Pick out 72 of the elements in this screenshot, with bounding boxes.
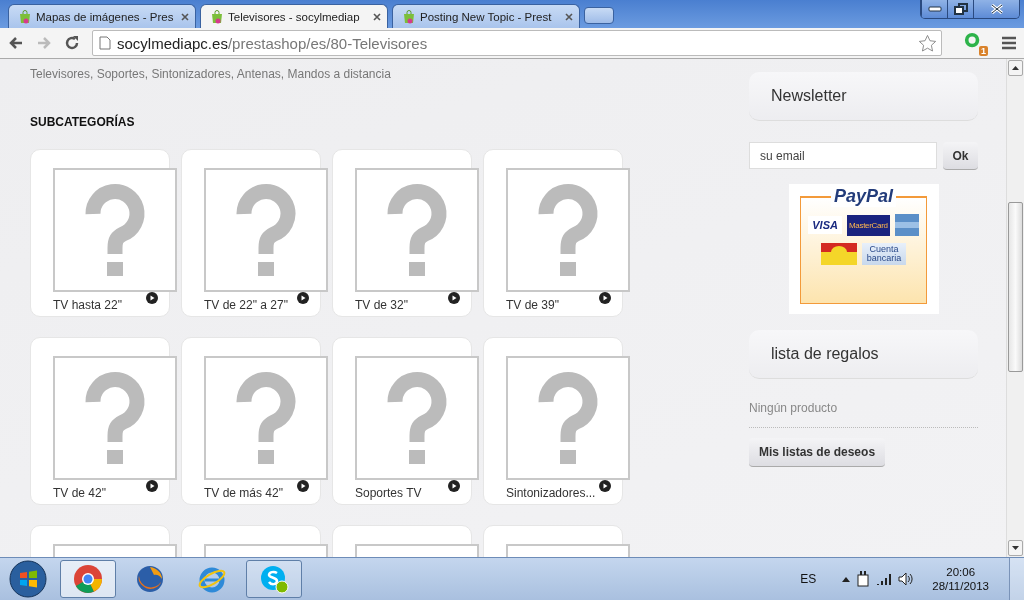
menu-icon[interactable] <box>1002 36 1016 50</box>
browser-tab[interactable]: Mapas de imágenes - Pres <box>8 4 196 28</box>
signal-bars-icon[interactable] <box>876 573 893 585</box>
subcategory-link[interactable]: TV de 39" <box>506 298 559 312</box>
arrow-up-icon <box>1012 66 1019 70</box>
play-icon[interactable] <box>297 480 309 492</box>
restore-button[interactable] <box>947 0 973 18</box>
arrow-down-icon <box>1012 546 1019 550</box>
shopping-bag-icon <box>210 9 224 24</box>
paypal-wordmark: PayPal <box>830 186 896 207</box>
scrollbar-thumb[interactable] <box>1008 202 1023 372</box>
reload-icon[interactable] <box>64 35 80 51</box>
close-icon[interactable] <box>373 12 381 21</box>
ok-button[interactable]: Ok <box>943 142 978 170</box>
start-button[interactable] <box>8 559 48 599</box>
card-icon <box>821 243 857 265</box>
close-icon[interactable] <box>565 12 573 21</box>
chevron-up-icon[interactable] <box>842 576 851 582</box>
page-icon <box>99 36 111 50</box>
category-description: Televisores, Soportes, Sintonizadores, Antenas, Mandos a distancia <box>30 67 392 81</box>
play-icon[interactable] <box>146 292 158 304</box>
scroll-down-button[interactable] <box>1008 540 1023 556</box>
subcategory-link[interactable]: TV de más 42" <box>204 486 283 500</box>
email-field[interactable]: su email <box>749 142 937 169</box>
new-tab-button[interactable] <box>584 7 614 24</box>
extension-badge: 1 <box>979 46 988 56</box>
speaker-icon[interactable] <box>898 572 915 586</box>
play-icon[interactable] <box>448 480 460 492</box>
subcategory-link[interactable]: TV de 22" a 27" <box>204 298 288 312</box>
block-title: Newsletter <box>771 87 847 105</box>
taskbar-app-button[interactable] <box>246 560 302 598</box>
mastercard-logo: MasterCard <box>846 214 890 236</box>
section-heading: SUBCATEGORÍAS <box>30 115 136 129</box>
subcategory-link[interactable]: Soportes TV <box>355 486 422 500</box>
chat-bubble-icon <box>259 564 289 594</box>
play-icon[interactable] <box>297 292 309 304</box>
block-title: lista de regalos <box>771 345 879 363</box>
visa-logo: VISA <box>808 216 842 234</box>
star-icon[interactable] <box>918 33 937 53</box>
wishlist-empty-text: Ningún producto <box>749 401 978 428</box>
taskbar-app-button[interactable] <box>60 560 116 598</box>
fox-globe-icon <box>135 564 165 594</box>
play-icon[interactable] <box>599 292 611 304</box>
shopping-bag-icon <box>18 9 32 24</box>
address-bar[interactable]: socylmediapc.es/prestashop/es/80-Televisores <box>92 30 942 56</box>
back-icon[interactable] <box>8 35 24 51</box>
restore-icon <box>953 3 968 15</box>
language-indicator[interactable]: ES <box>800 572 817 586</box>
close-icon[interactable] <box>181 12 189 21</box>
url-text: socylmediapc.es/prestashop/es/80-Televisores <box>117 34 429 52</box>
bank-transfer-logo: Cuenta bancaria <box>862 243 906 265</box>
clock-date[interactable]: 28/11/2013 <box>932 580 989 592</box>
shopping-bag-icon <box>402 9 416 24</box>
scrollbar[interactable] <box>1006 59 1024 557</box>
scroll-up-button[interactable] <box>1008 60 1023 76</box>
browser-tab[interactable]: Posting New Topic - Prest <box>392 4 580 28</box>
plug-icon[interactable] <box>856 571 871 587</box>
subcategory-link[interactable]: TV hasta 22" <box>53 298 122 312</box>
subcategory-link[interactable]: Sintonizadores... <box>506 486 596 500</box>
close-button[interactable] <box>973 0 1019 18</box>
clock-time[interactable]: 20:06 <box>946 566 976 578</box>
minimize-button[interactable] <box>921 0 947 18</box>
card-icon <box>894 214 919 236</box>
play-icon[interactable] <box>599 480 611 492</box>
browser-icon <box>73 564 103 594</box>
play-icon[interactable] <box>448 292 460 304</box>
subcategory-link[interactable]: TV de 42" <box>53 486 106 500</box>
play-icon[interactable] <box>146 480 158 492</box>
minimize-icon <box>927 6 942 12</box>
subcategory-link[interactable]: TV de 32" <box>355 298 408 312</box>
browser-tab[interactable]: Televisores - socylmediap <box>200 4 388 28</box>
close-icon <box>989 4 1004 14</box>
